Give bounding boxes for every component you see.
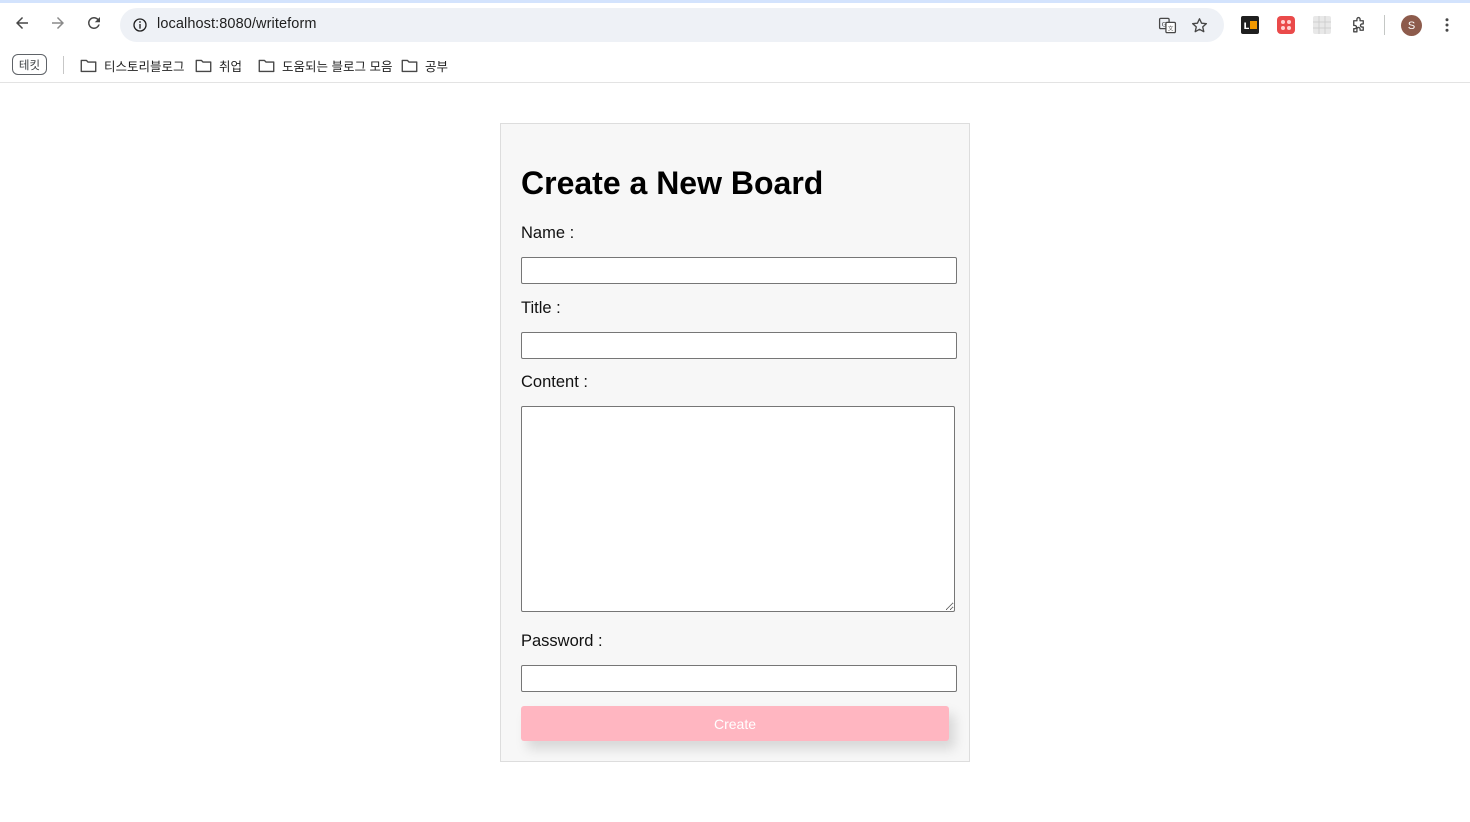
title-input[interactable] xyxy=(521,332,957,359)
puzzle-icon xyxy=(1352,16,1364,33)
browser-toolbar: localhost:8080/writeform G文 L S xyxy=(0,3,1470,47)
name-label: Name : xyxy=(521,224,575,242)
folder-icon xyxy=(258,59,275,72)
address-bar[interactable]: localhost:8080/writeform G文 xyxy=(120,8,1224,42)
extensions-button[interactable] xyxy=(1347,14,1369,36)
browser-chrome: localhost:8080/writeform G文 L S 테킷 티스토리블… xyxy=(0,0,1470,83)
bookmark-folder[interactable]: 공부 xyxy=(401,55,448,75)
title-label: Title : xyxy=(521,299,561,317)
bookmarks-divider xyxy=(63,56,64,74)
bookmarks-bar: 테킷 티스토리블로그 취업 도움되는 블로그 모음 공부 xyxy=(0,52,1470,78)
folder-icon xyxy=(401,59,418,72)
more-vert-icon xyxy=(1445,18,1449,32)
reload-icon xyxy=(87,16,100,29)
content-textarea[interactable] xyxy=(521,406,955,612)
star-icon xyxy=(1191,17,1207,32)
info-icon xyxy=(133,18,147,32)
bookmark-folder[interactable]: 도움되는 블로그 모음 xyxy=(258,55,392,75)
red-extension-button[interactable] xyxy=(1275,14,1297,36)
bookmark-chip[interactable]: 테킷 xyxy=(12,54,47,75)
create-button[interactable]: Create xyxy=(521,706,949,741)
translate-button[interactable]: G文 xyxy=(1155,13,1179,37)
site-info-button[interactable] xyxy=(128,13,152,37)
folder-icon xyxy=(195,59,212,72)
menu-button[interactable] xyxy=(1436,14,1458,36)
bookmark-label: 티스토리블로그 xyxy=(104,59,185,74)
board-form-card: Create a New Board Name : Title : Conten… xyxy=(500,123,970,762)
arrow-right-icon xyxy=(52,17,64,29)
bookmark-label: 취업 xyxy=(219,59,243,74)
bookmark-star-button[interactable] xyxy=(1187,13,1211,37)
back-button[interactable] xyxy=(7,8,37,38)
profile-avatar[interactable]: S xyxy=(1401,15,1422,36)
content-label: Content : xyxy=(521,373,588,391)
password-input[interactable] xyxy=(521,665,957,692)
password-label: Password : xyxy=(521,632,603,650)
red-extension-icon xyxy=(1277,16,1295,34)
bookmark-folder[interactable]: 취업 xyxy=(195,55,242,75)
grid-extension-icon xyxy=(1313,16,1331,34)
translate-icon: G文 xyxy=(1158,17,1176,33)
forward-button[interactable] xyxy=(43,8,73,38)
arrow-left-icon xyxy=(16,17,28,29)
svg-text:G: G xyxy=(1161,21,1166,28)
folder-icon xyxy=(80,59,97,72)
toolbar-separator xyxy=(1384,15,1385,35)
name-input[interactable] xyxy=(521,257,957,284)
page-title: Create a New Board xyxy=(521,165,824,201)
bookmark-label: 공부 xyxy=(425,59,449,74)
bookmark-label: 도움되는 블로그 모음 xyxy=(282,59,393,74)
svg-text:L: L xyxy=(1244,22,1250,32)
bookmark-folder[interactable]: 티스토리블로그 xyxy=(80,55,185,75)
grid-extension-button[interactable] xyxy=(1311,14,1333,36)
reload-button[interactable] xyxy=(79,8,109,38)
url-text[interactable]: localhost:8080/writeform xyxy=(157,16,317,32)
lh-extension-icon: L xyxy=(1241,16,1259,34)
lh-extension-button[interactable]: L xyxy=(1239,14,1261,36)
